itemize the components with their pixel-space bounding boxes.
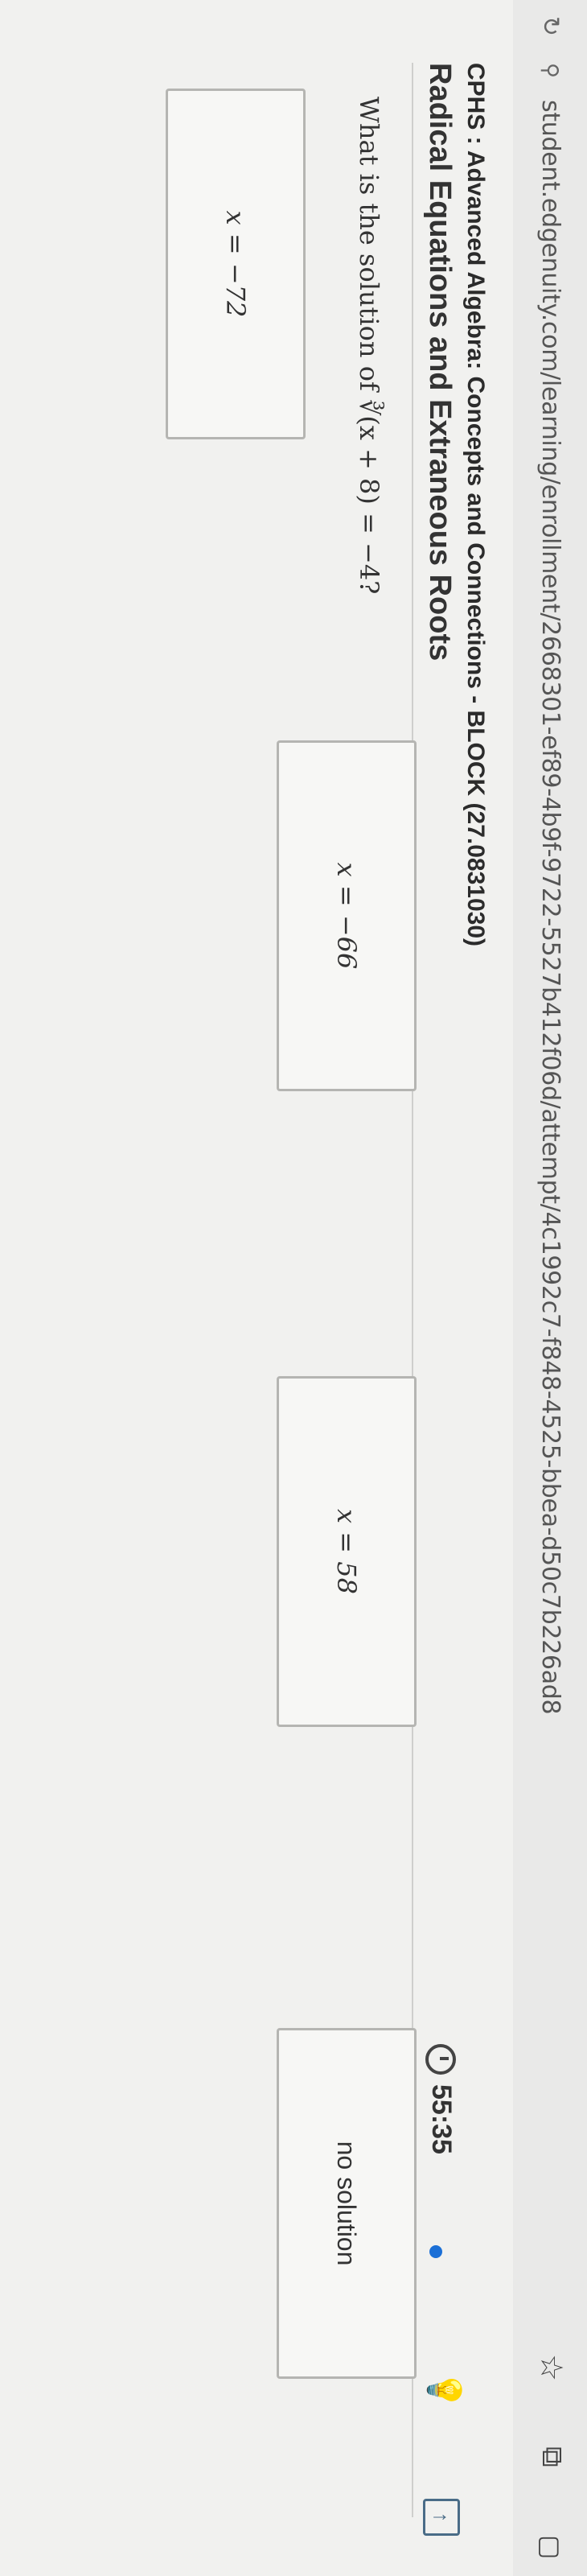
answer-option-3-label: x = 58 xyxy=(331,1509,362,1594)
lesson-title: Radical Equations and Extraneous Roots xyxy=(423,63,457,662)
timer: 55:35 xyxy=(425,2044,457,2154)
clock-icon xyxy=(425,2044,457,2075)
course-title: CPHS : Advanced Algebra: Concepts and Co… xyxy=(462,63,489,947)
answer-option-3[interactable]: x = 58 xyxy=(277,1376,417,1727)
expand-icon[interactable]: ↑ xyxy=(423,2499,460,2536)
answer-option-1[interactable]: x = −72 xyxy=(166,89,306,439)
answer-option-1-label: x = −72 xyxy=(220,210,251,318)
reload-icon[interactable]: ↻ xyxy=(536,16,564,36)
answer-option-2-label: x = −66 xyxy=(331,862,362,970)
extension-icon[interactable]: ⧉ xyxy=(535,2446,569,2467)
url-text[interactable]: student.edgenuity.com/learning/enrollmen… xyxy=(536,100,564,1714)
question-prompt: What is the solution of ∛(x + 8) = −4? xyxy=(354,97,384,595)
lightbulb-icon[interactable]: 💡 xyxy=(420,2370,463,2410)
answer-option-2[interactable]: x = −66 xyxy=(277,740,417,1091)
address-bar[interactable]: ↻ ⚲ student.edgenuity.com/learning/enrol… xyxy=(513,0,587,2576)
status-dot xyxy=(429,2245,442,2258)
answer-option-4-label: no solution xyxy=(332,2141,362,2266)
rotated-page-view: ↻ ⚲ student.edgenuity.com/learning/enrol… xyxy=(0,0,587,2576)
lesson-page: CPHS : Advanced Algebra: Concepts and Co… xyxy=(0,0,513,2576)
answer-option-4[interactable]: no solution xyxy=(277,2028,417,2379)
timer-value: 55:35 xyxy=(426,2084,457,2154)
star-icon[interactable]: ☆ xyxy=(533,2354,569,2381)
profile-icon[interactable]: ▢ xyxy=(536,2535,566,2559)
site-settings-icon[interactable]: ⚲ xyxy=(538,63,563,78)
